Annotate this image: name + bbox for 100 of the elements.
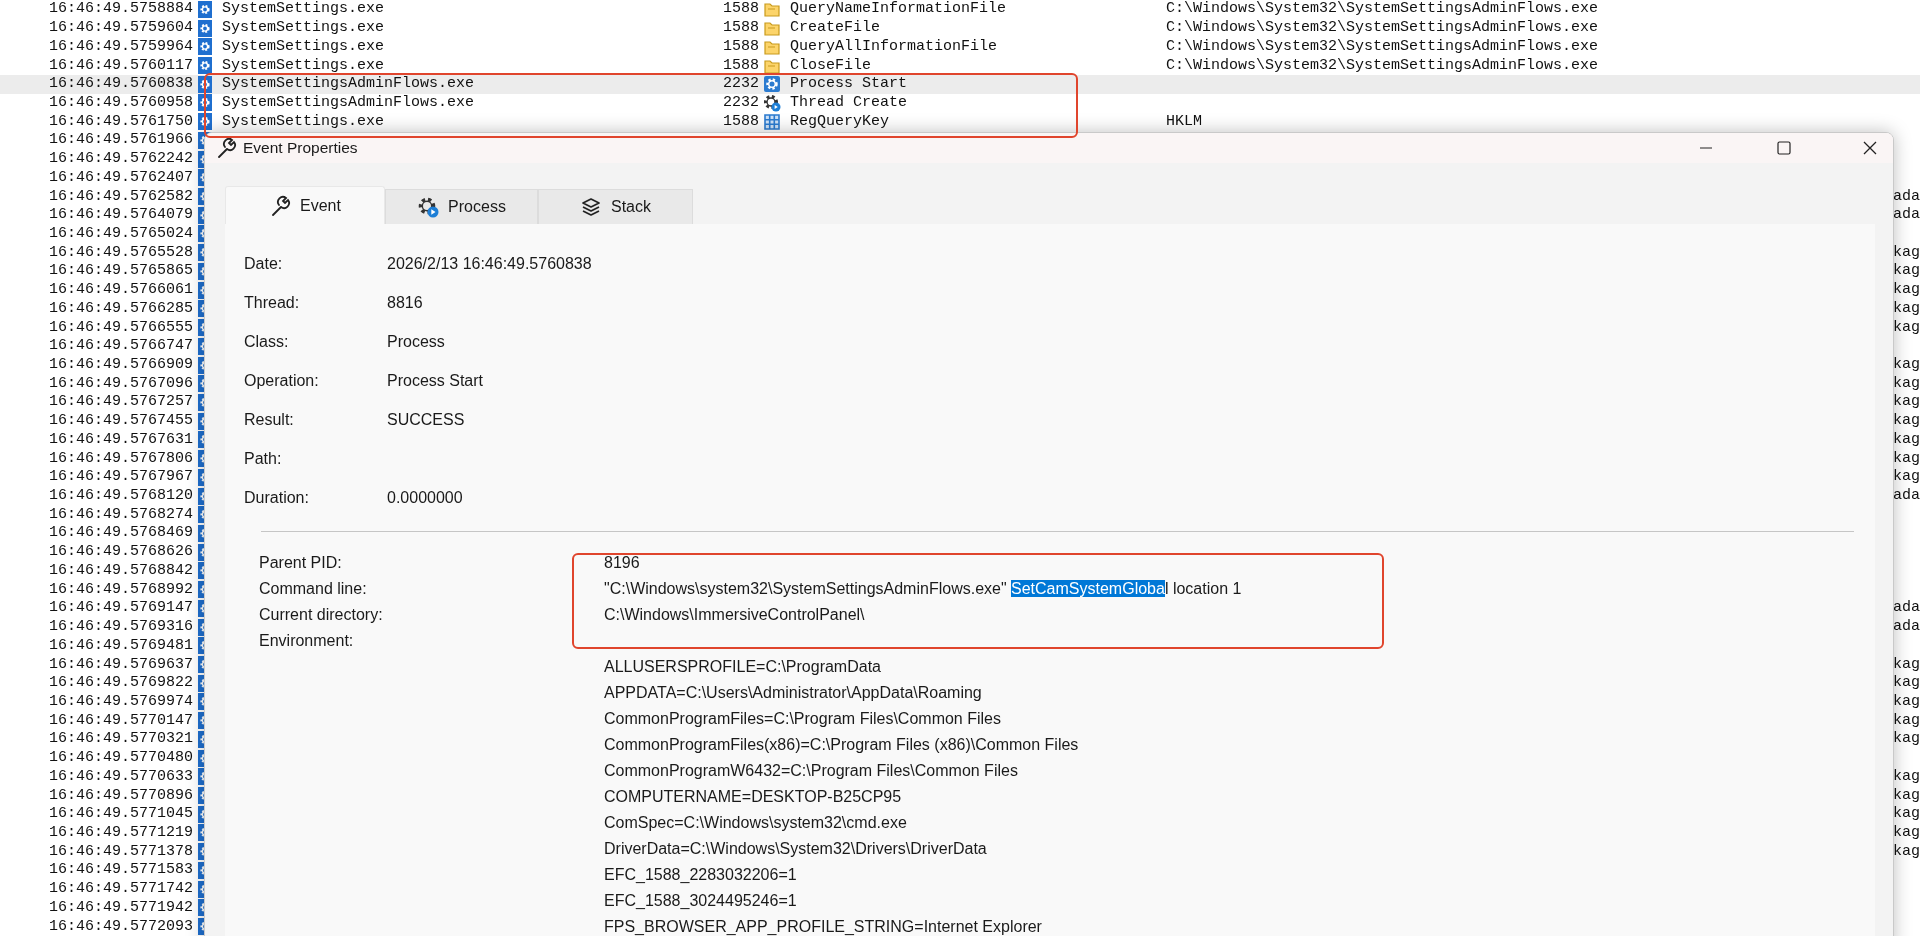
field-value: "C:\Windows\system32\SystemSettingsAdminFlows.exe" SetCamSystemGlobal location 1 [604,580,1243,598]
detail-cell: kag [1893,393,1920,412]
operation-cell-text: CloseFile [790,56,872,75]
time-cell-text: 16:46:49.5762407 [49,168,195,187]
detail-cell: kag [1893,356,1920,374]
process-name-cell-text: SystemSettings.exe [222,19,386,38]
folder-icon [763,0,781,19]
path-cell-text: HKLM [1166,112,1203,131]
time-cell-text: 16:46:49.5767257 [49,393,195,412]
environment-variable: COMPUTERNAME=DESKTOP-B25CP95 [604,788,903,806]
detail-cell: kag [1893,767,1920,786]
field-label: Command line: [259,580,368,598]
time-cell-text: 16:46:49.5767967 [49,468,195,487]
detail-cell: kag [1893,692,1920,711]
pid-cell-text: 1588 [722,0,759,19]
field-label: Path: [244,449,283,468]
field-label: Operation: [244,371,320,390]
time-cell-text: 16:46:49.5766285 [49,299,195,318]
layers-icon [580,196,602,218]
time-cell-text: 16:46:49.5770480 [49,749,195,768]
detail-cell: kag [1893,412,1920,431]
time-cell-text: 16:46:49.5769481 [49,636,195,655]
time-cell-text: 16:46:49.5766909 [49,356,195,374]
wrench-icon [269,194,292,217]
gear-icon [763,93,781,112]
environment-variable: ComSpec=C:\Windows\system32\cmd.exe [604,814,908,832]
gear-icon [763,75,781,94]
process-name-cell-text: SystemSettings.exe [222,37,386,56]
time-cell-text: 16:46:49.5767806 [49,449,195,468]
field-value: 2026/2/13 16:46:49.5760838 [387,254,593,273]
environment-variable: APPDATA=C:\Users\Administrator\AppData\Roaming [604,684,983,702]
environment-variable: CommonProgramFiles=C:\Program Files\Common Files [604,710,1002,728]
detail-cell: kag [1893,374,1920,393]
maximize-icon [1777,141,1791,155]
field-value: 8196 [604,554,641,572]
tab[interactable]: Process [385,189,538,224]
close-icon [1863,141,1877,155]
time-cell-text: 16:46:49.5772093 [49,917,195,936]
pid-cell-text: 2232 [722,75,759,94]
detail-cell: kag [1893,786,1920,805]
tab[interactable]: Stack [538,189,693,224]
time-cell-text: 16:46:49.5771219 [49,824,195,842]
time-cell-text: 16:46:49.5771942 [49,898,195,917]
environment-variable: CommonProgramFiles(x86)=C:\Program Files (x86)\Common Files [604,736,1080,754]
detail-cell: kag [1893,842,1920,861]
folder-icon [763,19,781,38]
field-label: Thread: [244,293,301,312]
time-cell-text: 16:46:49.5762582 [49,187,195,206]
time-cell-text: 16:46:49.5766061 [49,281,195,300]
time-cell-text: 16:46:49.5768992 [49,580,195,599]
field-label: Result: [244,410,295,429]
detail-cell: ada [1893,487,1920,506]
detail-cell: kag [1893,824,1920,842]
field-label: Date: [244,254,284,273]
time-cell-text: 16:46:49.5770147 [49,711,195,730]
detail-cell: kag [1893,430,1920,449]
environment-variable: EFC_1588_3024495246=1 [604,892,798,910]
detail-cell: kag [1893,805,1920,824]
time-cell-text: 16:46:49.5758884 [49,0,195,19]
time-cell-text: 16:46:49.5766747 [49,337,195,356]
pid-cell-text: 2232 [722,93,759,112]
time-cell-text: 16:46:49.5759964 [49,37,195,56]
path-cell-text: C:\Windows\System32\SystemSettingsAdminFlows.exe [1166,37,1600,56]
gear-icon [198,0,212,18]
environment-variable: CommonProgramW6432=C:\Program Files\Common Files [604,762,1019,780]
detail-cell: ada [1893,618,1920,637]
detail-cell: ada [1893,187,1920,206]
pid-cell-text: 1588 [722,56,759,75]
time-cell-text: 16:46:49.5761966 [49,131,195,150]
gear-icon [417,196,440,218]
operation-cell-text: Thread Create [790,93,909,112]
grid-icon [763,112,781,131]
detail-cell: kag [1893,711,1920,730]
time-cell-text: 16:46:49.5768120 [49,487,195,506]
time-cell-text: 16:46:49.5761750 [49,112,195,131]
process-name-cell-text: SystemSettings.exe [222,112,386,131]
operation-cell-text: QueryAllInformationFile [790,37,999,56]
time-cell-text: 16:46:49.5771045 [49,805,195,824]
path-cell-text: C:\Windows\System32\SystemSettingsAdminFlows.exe [1166,19,1600,38]
gear-icon [198,57,212,74]
pid-cell-text: 1588 [722,37,759,56]
gear-icon [198,38,212,56]
tab[interactable]: Event [225,186,385,224]
time-cell-text: 16:46:49.5771583 [49,861,195,880]
pid-cell-text: 1588 [722,19,759,38]
time-cell-text: 16:46:49.5765528 [49,243,195,262]
process-name-cell-text: SystemSettingsAdminFlows.exe [222,75,476,94]
detail-cell: kag [1893,468,1920,487]
time-cell-text: 16:46:49.5764079 [49,206,195,225]
environment-variable: DriverData=C:\Windows\System32\Drivers\DriverData [604,840,988,858]
field-label: Current directory: [259,606,384,624]
time-cell-text: 16:46:49.5770896 [49,786,195,805]
process-name-cell-text: SystemSettings.exe [222,0,386,19]
field-value: Process Start [387,371,485,390]
detail-cell: kag [1893,299,1920,318]
pid-cell-text: 1588 [722,112,759,131]
window-title: Event Properties [243,139,358,157]
time-cell-text: 16:46:49.5762242 [49,150,195,169]
environment-variable: ALLUSERSPROFILE=C:\ProgramData [604,658,882,676]
time-cell-text: 16:46:49.5768842 [49,561,195,580]
